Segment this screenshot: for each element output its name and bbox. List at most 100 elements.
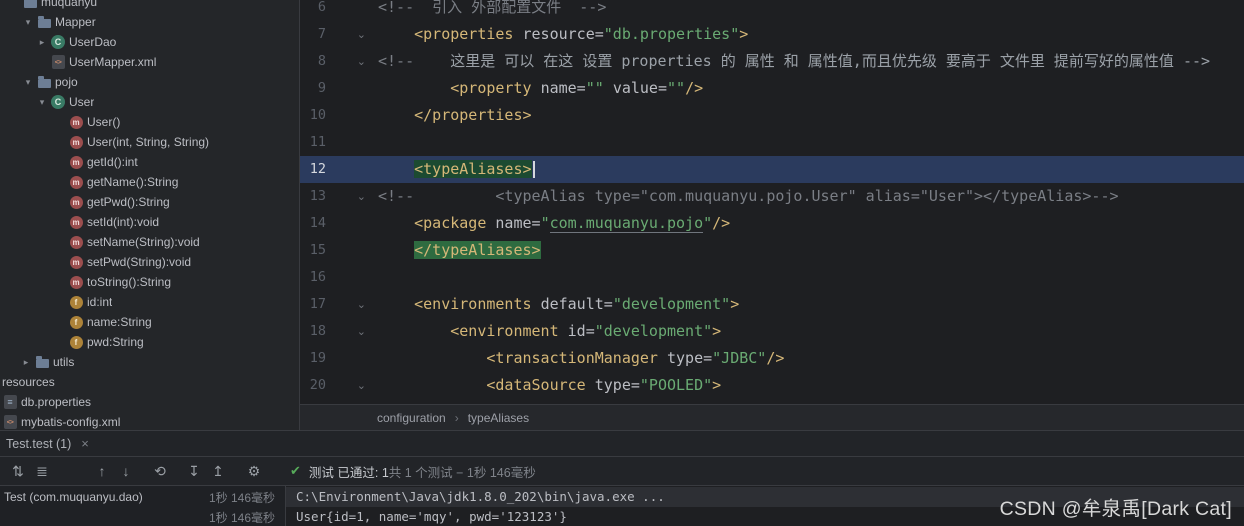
gutter: 11 <box>300 129 372 156</box>
fold-icon[interactable]: ⌄ <box>326 318 372 345</box>
fold-icon[interactable]: ⌄ <box>326 48 372 75</box>
tree-item-utils[interactable]: ▸ utils <box>0 352 299 372</box>
tree-item-user[interactable]: ▾ C User <box>0 92 299 112</box>
editor-line-14[interactable]: 14 <package name="com.muquanyu.pojo"/> <box>300 210 1244 237</box>
breadcrumb: configuration › typeAliases <box>300 404 1244 430</box>
test-result-row[interactable]: 1秒 146毫秒 <box>0 507 285 526</box>
line-number: 9 <box>317 80 326 96</box>
tree-item-user-int-string-string[interactable]: m User(int, String, String) <box>0 132 299 152</box>
editor-line-9[interactable]: 9 <property name="" value=""/> <box>300 75 1244 102</box>
tree-item-db-properties[interactable]: ≡ db.properties <box>0 392 299 412</box>
tree-item-label: resources <box>2 375 55 389</box>
tree-item-label: getName():String <box>87 175 179 189</box>
gutter: 14 <box>300 210 372 237</box>
tree-item-id-int[interactable]: f id:int <box>0 292 299 312</box>
previous-test-icon[interactable]: ↑ <box>90 463 114 479</box>
folder-icon <box>22 0 38 10</box>
editor-line-12[interactable]: 12 <typeAliases> <box>300 156 1244 183</box>
tree-item-tostring-string[interactable]: m toString():String <box>0 272 299 292</box>
list-options-icon[interactable]: ≣ <box>30 463 54 480</box>
next-test-icon[interactable]: ↓ <box>114 463 138 479</box>
editor-line-20[interactable]: 20 ⌄ <dataSource type="POOLED"> <box>300 372 1244 399</box>
tree-item-muquanyu[interactable]: muquanyu <box>0 0 299 12</box>
fold-icon[interactable]: ⌄ <box>326 291 372 318</box>
tree-item-label: getId():int <box>87 155 138 169</box>
chevron-down-icon[interactable]: ▾ <box>34 97 50 108</box>
editor-line-6[interactable]: 6 <!-- 引入 外部配置文件 --> <box>300 0 1244 21</box>
code-text: <package name="com.muquanyu.pojo"/> <box>414 214 731 233</box>
method-icon: m <box>68 274 84 290</box>
gutter: 15 <box>300 237 372 264</box>
editor-line-18[interactable]: 18 ⌄ <environment id="development"> <box>300 318 1244 345</box>
tree-item-setname-string-void[interactable]: m setName(String):void <box>0 232 299 252</box>
tree-item-label: mybatis-config.xml <box>21 415 121 429</box>
editor-line-17[interactable]: 17 ⌄ <environments default="development"> <box>300 291 1244 318</box>
test-result-time: 1秒 146毫秒 <box>208 490 275 505</box>
tree-item-mapper[interactable]: ▾ Mapper <box>0 12 299 32</box>
chevron-right-icon[interactable]: ▸ <box>34 37 50 48</box>
code-text: <typeAliases> <box>372 156 1244 183</box>
editor-line-15[interactable]: 15 </typeAliases> <box>300 237 1244 264</box>
tree-item-user[interactable]: m User() <box>0 112 299 132</box>
fold-icon[interactable]: ⌄ <box>326 183 372 210</box>
chevron-down-icon[interactable]: ▾ <box>20 77 36 88</box>
tree-item-userdao[interactable]: ▸ C UserDao <box>0 32 299 52</box>
code-text: <property name="" value=""/> <box>450 79 704 97</box>
line-number: 8 <box>317 53 326 69</box>
xml-icon: <> <box>2 414 18 430</box>
line-number: 18 <box>309 323 326 339</box>
tree-item-label: toString():String <box>87 275 172 289</box>
editor-line-19[interactable]: 19 <transactionManager type="JDBC"/> <box>300 345 1244 372</box>
tree-item-getpwd-string[interactable]: m getPwd():String <box>0 192 299 212</box>
breadcrumb-typealiases[interactable]: typeAliases <box>468 411 529 425</box>
editor-line-10[interactable]: 10 </properties> <box>300 102 1244 129</box>
editor-line-16[interactable]: 16 <box>300 264 1244 291</box>
sort-icon[interactable]: ⇅ <box>6 463 30 480</box>
test-summary-passed: 测试 已通过: 1 <box>308 465 389 480</box>
tree-item-resources[interactable]: resources <box>0 372 299 392</box>
editor-line-11[interactable]: 11 <box>300 129 1244 156</box>
fold-icon[interactable]: ⌄ <box>326 372 372 399</box>
tree-item-label: pwd:String <box>87 335 144 349</box>
line-number: 19 <box>309 350 326 366</box>
line-number: 17 <box>309 296 326 312</box>
tree-item-name-string[interactable]: f name:String <box>0 312 299 332</box>
tree-item-label: muquanyu <box>41 0 98 9</box>
field-icon: f <box>68 314 84 330</box>
settings-gear-icon[interactable]: ⚙ <box>242 463 266 480</box>
chevron-right-icon: › <box>454 410 459 425</box>
tree-item-mybatis-config-xml[interactable]: <> mybatis-config.xml <box>0 412 299 430</box>
field-icon: f <box>68 334 84 350</box>
editor-line-13[interactable]: 13 ⌄ <!-- <typeAlias type="com.muquanyu.po… <box>300 183 1244 210</box>
tree-item-setid-int-void[interactable]: m setId(int):void <box>0 212 299 232</box>
line-number: 16 <box>309 269 326 285</box>
tree-item-pwd-string[interactable]: f pwd:String <box>0 332 299 352</box>
tree-item-pojo[interactable]: ▾ pojo <box>0 72 299 92</box>
breadcrumb-configuration[interactable]: configuration <box>377 411 446 425</box>
chevron-right-icon[interactable]: ▸ <box>18 357 34 368</box>
tree-item-label: db.properties <box>21 395 92 409</box>
fold-icon[interactable]: ⌄ <box>326 21 372 48</box>
close-icon[interactable]: × <box>81 436 89 451</box>
test-summary: ✔ 测试 已通过: 1 共 1 个测试 − 1秒 146毫秒 <box>290 462 536 481</box>
editor-line-7[interactable]: 7 ⌄ <properties resource="db.properties"> <box>300 21 1244 48</box>
code-editor[interactable]: 6 <!-- 引入 外部配置文件 --> 7 ⌄ <properties resour… <box>300 0 1244 404</box>
tab-test-test[interactable]: Test.test (1) <box>6 437 71 451</box>
test-result-label: Test (com.muquanyu.dao) <box>4 490 143 504</box>
editor-line-8[interactable]: 8 ⌄ <!-- 这里是 可以 在这 设置 properties 的 属性 和 属性… <box>300 48 1244 75</box>
test-result-row[interactable]: Test (com.muquanyu.dao) 1秒 146毫秒 <box>0 487 285 507</box>
tree-item-getname-string[interactable]: m getName():String <box>0 172 299 192</box>
folder-icon <box>36 14 52 30</box>
export-results-icon[interactable]: ↥ <box>206 463 230 480</box>
import-results-icon[interactable]: ↧ <box>182 463 206 480</box>
line-number: 7 <box>317 26 326 42</box>
chevron-down-icon[interactable]: ▾ <box>20 17 36 28</box>
test-history-icon[interactable]: ⟲ <box>148 463 172 480</box>
tree-item-getid-int[interactable]: m getId():int <box>0 152 299 172</box>
tree-item-usermapper-xml[interactable]: <> UserMapper.xml <box>0 52 299 72</box>
tree-item-setpwd-string-void[interactable]: m setPwd(String):void <box>0 252 299 272</box>
